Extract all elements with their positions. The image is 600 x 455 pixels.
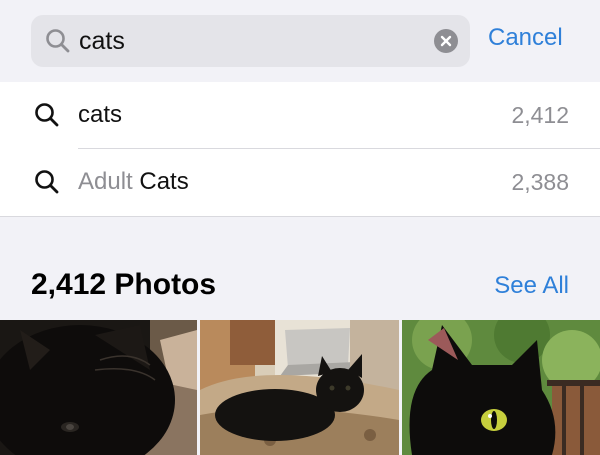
photo-thumbnail[interactable] — [402, 320, 600, 455]
suggestion-item[interactable]: cats 2,412 — [0, 82, 600, 149]
see-all-link[interactable]: See All — [494, 272, 569, 300]
search-icon — [34, 169, 60, 200]
cat-photo-image — [0, 320, 197, 455]
suggestion-term: cats — [78, 101, 123, 128]
search-input[interactable] — [79, 21, 409, 61]
search-field[interactable] — [31, 15, 470, 67]
photo-grid — [0, 320, 600, 455]
suggestion-count: 2,388 — [511, 169, 569, 195]
search-bar-row: Cancel — [0, 0, 600, 82]
photo-thumbnail[interactable] — [0, 320, 197, 455]
photos-section-header: 2,412 Photos See All — [0, 217, 600, 319]
search-icon — [45, 28, 71, 59]
cat-photo-image — [402, 320, 600, 455]
cat-photo-image — [200, 320, 399, 455]
suggestion-count: 2,412 — [511, 102, 569, 128]
suggestion-prefix: Adult — [78, 168, 140, 195]
photos-search-screen: Cancel cats 2,412 Adult Cats 2,388 — [0, 0, 600, 455]
suggestion-label: Adult Cats — [78, 168, 189, 196]
suggestion-term: Cats — [139, 168, 189, 195]
suggestion-item[interactable]: Adult Cats 2,388 — [0, 149, 600, 215]
photo-thumbnail[interactable] — [200, 320, 399, 455]
search-icon — [34, 102, 60, 133]
cancel-button[interactable]: Cancel — [488, 24, 563, 52]
photos-count-title: 2,412 Photos — [31, 268, 217, 301]
clear-icon[interactable] — [434, 29, 458, 53]
suggestion-label: cats — [78, 101, 122, 129]
search-suggestions: cats 2,412 Adult Cats 2,388 — [0, 82, 600, 217]
